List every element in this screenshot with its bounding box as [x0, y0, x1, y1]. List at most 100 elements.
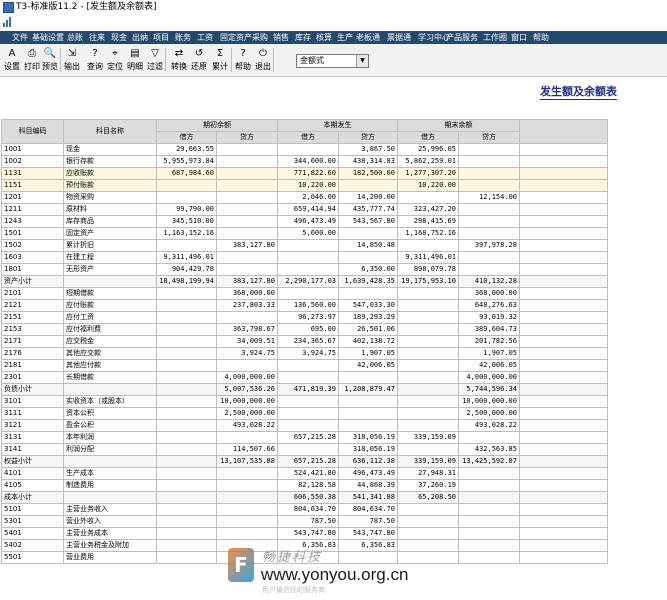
blank-cell: [519, 275, 608, 288]
account-name-cell: [63, 455, 157, 468]
amount-cell: [156, 419, 217, 432]
table-row[interactable]: 5101 主营业务收入 804,634.70 804,634.70: [1, 503, 608, 516]
amount-cell: [216, 227, 278, 240]
toolbar-button-11[interactable]: ? 帮助: [234, 47, 252, 73]
table-row[interactable]: 2121 应付账款 237,803.33 136,560.00 547,033.30 64…: [1, 299, 608, 312]
amount-cell: [458, 167, 520, 180]
query-icon: ?: [92, 48, 98, 59]
toolbar-button-0[interactable]: A 设置: [3, 47, 21, 73]
menu-item-10[interactable]: 采购: [252, 31, 268, 44]
menu-item-15[interactable]: 老板通: [356, 31, 380, 44]
toolbar-button-12[interactable]: ⏻ 退出: [254, 47, 272, 73]
menu-item-5[interactable]: 出纳: [132, 31, 148, 44]
toolbar-button-10[interactable]: Σ 累计: [211, 47, 229, 73]
toolbar-button-label: 退出: [255, 62, 271, 71]
blank-cell: [519, 347, 608, 360]
table-row[interactable]: 1002 银行存款 5,955,973.84 344,600.00 438,314.83…: [1, 155, 608, 168]
table-row[interactable]: 负债小计 5,007,536.26 471,819.39 1,208,879.47 5,…: [1, 383, 608, 396]
table-row[interactable]: 3131 本年利润 657,215.28 318,056.19 339,159.09: [1, 431, 608, 444]
table-row[interactable]: 5401 主营业务成本 543,747.80 543,747.80: [1, 527, 608, 540]
table-row[interactable]: 4105 制造费用 82,128.58 44,868.39 37,260.19: [1, 479, 608, 492]
table-row[interactable]: 2181 其他应付款 42,006.05 42,006.05: [1, 359, 608, 372]
amount-cell: [216, 143, 278, 156]
table-row[interactable]: 2176 其他应交款 3,924.75 3,924.75 1,907.05 1,907.0…: [1, 347, 608, 360]
toolbar-button-6[interactable]: ▤ 明细: [126, 47, 144, 73]
menu-item-20[interactable]: 窗口: [511, 31, 527, 44]
menu-item-6[interactable]: 项目: [153, 31, 169, 44]
toolbar-button-5[interactable]: ⌖ 定位: [106, 47, 124, 73]
table-row[interactable]: 成本小计 606,550.38 541,341.88 65,208.50: [1, 491, 608, 504]
toolbar-button-7[interactable]: ▽ 过滤: [146, 47, 164, 73]
amount-cell: [458, 539, 520, 552]
table-row[interactable]: 1501 固定资产 1,163,152.16 5,600.00 1,168,752.16: [1, 227, 608, 240]
menu-item-19[interactable]: 工作圈: [483, 31, 507, 44]
amount-cell: 6,356.83: [338, 539, 398, 552]
amount-cell: [156, 311, 217, 324]
table-row[interactable]: 1502 累计折旧 383,127.80 14,850.48 397,978.28: [1, 239, 608, 252]
menu-item-7[interactable]: 账务: [175, 31, 191, 44]
menu-item-21[interactable]: 帮助: [533, 31, 549, 44]
blank-cell: [519, 515, 608, 528]
toolbar-separator: [165, 48, 166, 72]
amount-cell: [156, 179, 217, 192]
blank-cell: [519, 395, 608, 408]
amount-cell: 14,850.48: [338, 239, 398, 252]
amount-cell: [216, 167, 278, 180]
table-row[interactable]: 权益小计 13,107,535.88 657,215.28 636,112.38 339…: [1, 455, 608, 468]
table-row[interactable]: 3141 利润分配 114,507.66 318,056.19 432,563.85: [1, 443, 608, 456]
amount-cell: 2,500,000.00: [458, 407, 520, 420]
account-name-cell: 资本公积: [63, 407, 157, 420]
menu-item-4[interactable]: 现金: [111, 31, 127, 44]
amount-cell: 695.00: [277, 323, 339, 336]
amount-cell: [338, 371, 398, 384]
toolbar-button-2[interactable]: 🔍 预览: [41, 47, 59, 73]
table-row[interactable]: 3121 盈余公积 493,028.22 493,028.22: [1, 419, 608, 432]
menu-item-18[interactable]: 产品服务: [446, 31, 478, 44]
amount-cell: 10,000,000.00: [216, 395, 278, 408]
amount-cell: [277, 443, 339, 456]
menu-item-0[interactable]: 文件: [12, 31, 28, 44]
table-row[interactable]: 1211 原材料 99,790.00 659,414.94 435,777.74 323,…: [1, 203, 608, 216]
menu-item-13[interactable]: 核算: [316, 31, 332, 44]
toolbar-button-9[interactable]: ↺ 还原: [190, 47, 208, 73]
table-row[interactable]: 2171 应交税金 34,009.51 234,365.67 402,138.72 201…: [1, 335, 608, 348]
table-row[interactable]: 1151 预付账款 10,220.00 10,220.00: [1, 179, 608, 192]
table-row[interactable]: 1201 物资采购 2,046.00 14,200.00 12,154.00: [1, 191, 608, 204]
table-row[interactable]: 3101 实收资本（或股本） 10,000,000.00 10,000,000.00: [1, 395, 608, 408]
account-name-cell: 长期借款: [63, 371, 157, 384]
table-row[interactable]: 2301 长期借款 4,000,000.00 4,000,000.00: [1, 371, 608, 384]
table-row[interactable]: 5301 营业外收入 787.50 787.50: [1, 515, 608, 528]
menu-item-9[interactable]: 固定资产: [220, 31, 252, 44]
amount-cell: [277, 239, 339, 252]
menu-item-3[interactable]: 往来: [89, 31, 105, 44]
table-row[interactable]: 1131 应收账款 687,984.60 771,822.60 182,500.00 1,…: [1, 167, 608, 180]
menu-item-2[interactable]: 总账: [67, 31, 83, 44]
menu-item-11[interactable]: 销售: [273, 31, 289, 44]
menu-item-14[interactable]: 生产: [337, 31, 353, 44]
amount-cell: [156, 383, 217, 396]
menu-item-16[interactable]: 票据通: [387, 31, 411, 44]
table-row[interactable]: 2101 短期借款 368,000.00 368,000.00: [1, 287, 608, 300]
table-row[interactable]: 1801 无形资产 904,429.78 6,350.00 898,079.78: [1, 263, 608, 276]
format-select[interactable]: 金额式 ▼: [296, 54, 369, 68]
table-row[interactable]: 资产小计 18,498,199.94 383,127.80 2,290,177.03 1…: [1, 275, 608, 288]
table-row[interactable]: 1603 在建工程 9,311,496.01 9,311,496.01: [1, 251, 608, 264]
menu-item-8[interactable]: 工资: [197, 31, 213, 44]
table-row[interactable]: 2151 应付工资 96,273.97 189,293.29 93,019.32: [1, 311, 608, 324]
chevron-down-icon[interactable]: ▼: [356, 55, 368, 67]
amount-cell: 12,154.00: [458, 191, 520, 204]
toolbar-button-8[interactable]: ⇄ 转换: [170, 47, 188, 73]
table-row[interactable]: 1001 现金 29,663.55 3,867.50 25,996.05: [1, 143, 608, 156]
menu-item-12[interactable]: 库存: [295, 31, 311, 44]
blank-cell: [519, 443, 608, 456]
export-icon: ⇲: [67, 48, 77, 59]
table-row[interactable]: 4101 生产成本 524,421.80 496,473.49 27,948.31: [1, 467, 608, 480]
amount-cell: 3,924.75: [216, 347, 278, 360]
blank-cell: [519, 539, 608, 552]
table-row[interactable]: 2153 应付福利费 363,798.67 695.00 26,501.06 389,60…: [1, 323, 608, 336]
toolbar-button-4[interactable]: ? 查询: [86, 47, 104, 73]
table-row[interactable]: 3111 资本公积 2,500,000.00 2,500,000.00: [1, 407, 608, 420]
menu-item-1[interactable]: 基础设置: [32, 31, 64, 44]
table-row[interactable]: 1243 库存商品 345,510.00 496,473.49 543,567.80 29…: [1, 215, 608, 228]
toolbar-button-3[interactable]: ⇲ 输出: [63, 47, 81, 73]
